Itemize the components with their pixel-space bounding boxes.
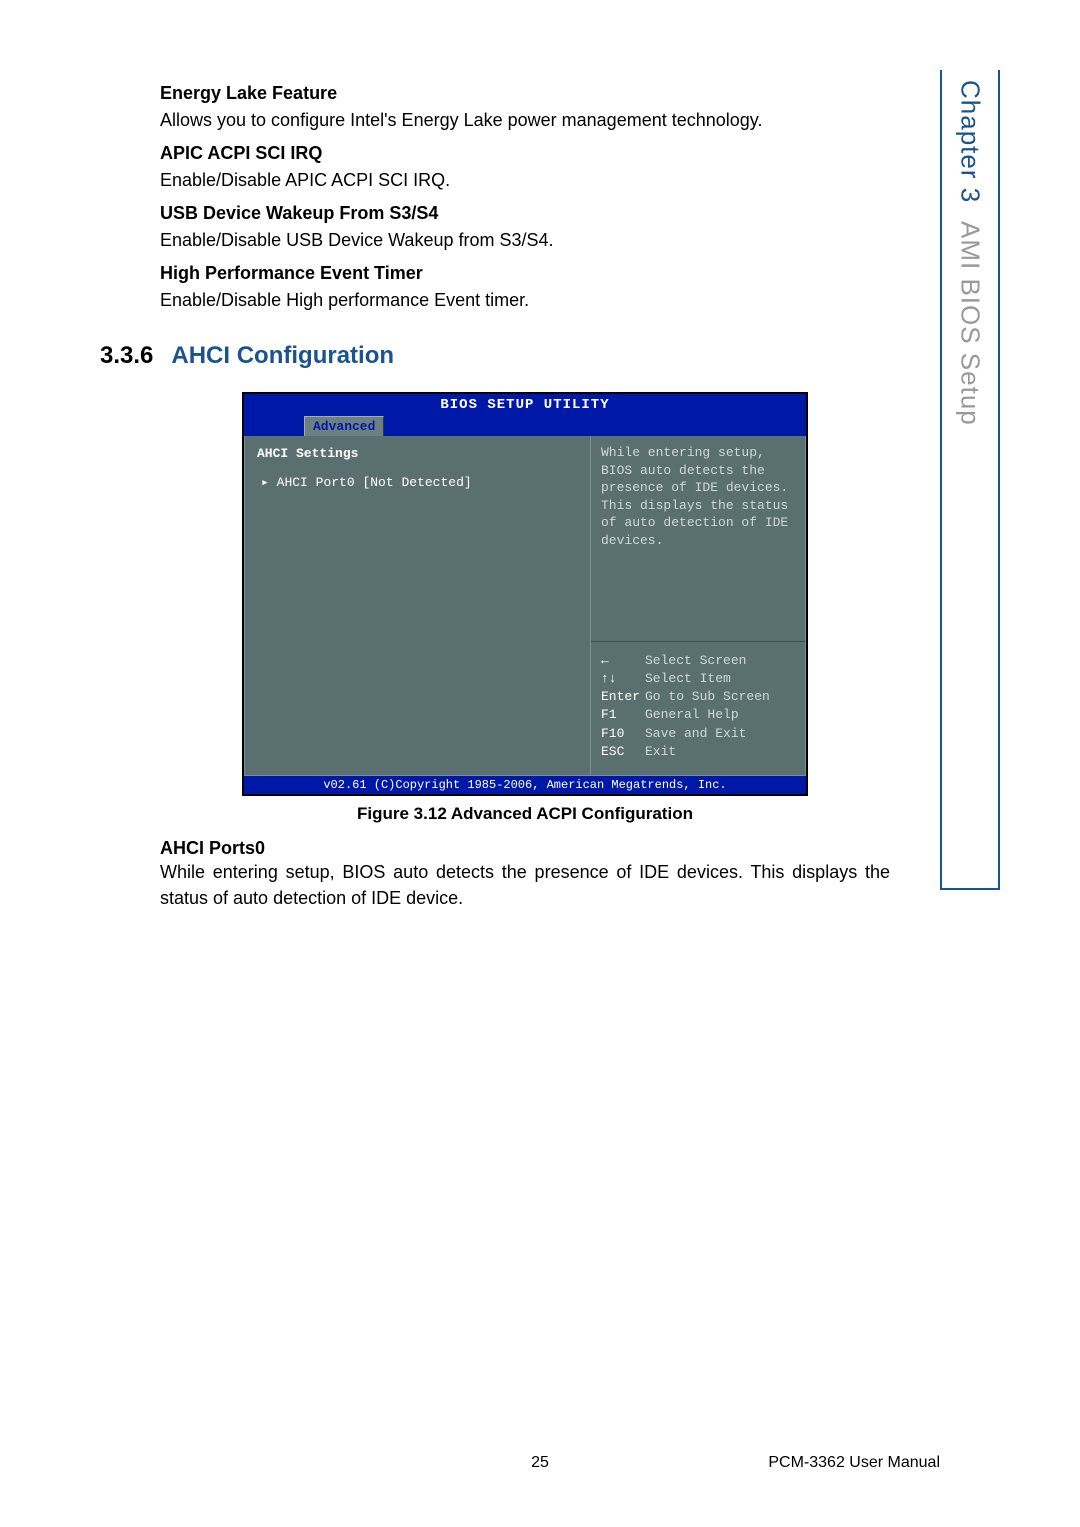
feature-desc: Allows you to configure Intel's Energy L…	[160, 107, 890, 134]
bios-key-legend: ←Select Screen ↑↓Select Item EnterGo to …	[591, 642, 805, 775]
bios-title-bar: BIOS SETUP UTILITY	[244, 394, 806, 416]
bios-menu-item: AHCI Port0 [Not Detected]	[261, 475, 578, 490]
content-area: Energy Lake Feature Allows you to config…	[160, 80, 890, 911]
feature-title: APIC ACPI SCI IRQ	[160, 140, 890, 167]
figure-caption: Figure 3.12 Advanced ACPI Configuration	[160, 804, 890, 824]
feature-desc: Enable/Disable APIC ACPI SCI IRQ.	[160, 167, 890, 194]
page-number: 25	[531, 1454, 549, 1472]
side-tab-chapter: Chapter 3	[955, 80, 986, 203]
bios-key-row: F1General Help	[601, 706, 795, 724]
feature-item: Energy Lake Feature Allows you to config…	[160, 80, 890, 134]
page: Chapter 3 AMI BIOS Setup Energy Lake Fea…	[0, 0, 1080, 1527]
sub-heading: AHCI Ports0	[160, 838, 890, 859]
bios-tab-advanced: Advanced	[304, 416, 384, 436]
feature-item: High Performance Event Timer Enable/Disa…	[160, 260, 890, 314]
bios-body: AHCI Settings AHCI Port0 [Not Detected] …	[244, 436, 806, 776]
bios-footer: v02.61 (C)Copyright 1985-2006, American …	[244, 776, 806, 794]
feature-title: High Performance Event Timer	[160, 260, 890, 287]
side-tab-title: AMI BIOS Setup	[955, 221, 986, 426]
sub-description: While entering setup, BIOS auto detects …	[160, 859, 890, 911]
bios-help-text: While entering setup, BIOS auto detects …	[591, 436, 805, 642]
bios-key-row: EnterGo to Sub Screen	[601, 688, 795, 706]
bios-tab-row: Advanced	[244, 416, 806, 436]
section-heading: 3.3.6 AHCI Configuration	[100, 342, 890, 370]
bios-key-row: ←Select Screen	[601, 652, 795, 670]
feature-desc: Enable/Disable High performance Event ti…	[160, 287, 890, 314]
page-footer: 25 PCM-3362 User Manual	[0, 1454, 1080, 1472]
feature-desc: Enable/Disable USB Device Wakeup from S3…	[160, 227, 890, 254]
bios-screenshot: BIOS SETUP UTILITY Advanced AHCI Setting…	[242, 392, 808, 796]
bios-key-row: ESCExit	[601, 743, 795, 761]
bios-key-row: ↑↓Select Item	[601, 670, 795, 688]
bios-key-row: F10Save and Exit	[601, 725, 795, 743]
bios-right-panel: While entering setup, BIOS auto detects …	[591, 436, 806, 776]
bios-left-panel: AHCI Settings AHCI Port0 [Not Detected]	[244, 436, 591, 776]
side-tab: Chapter 3 AMI BIOS Setup	[940, 70, 1000, 890]
bios-left-title: AHCI Settings	[257, 446, 578, 461]
section-number: 3.3.6	[100, 342, 153, 370]
feature-title: USB Device Wakeup From S3/S4	[160, 200, 890, 227]
feature-title: Energy Lake Feature	[160, 80, 890, 107]
manual-name: PCM-3362 User Manual	[768, 1454, 940, 1472]
feature-item: APIC ACPI SCI IRQ Enable/Disable APIC AC…	[160, 140, 890, 194]
section-title: AHCI Configuration	[171, 342, 394, 370]
feature-item: USB Device Wakeup From S3/S4 Enable/Disa…	[160, 200, 890, 254]
